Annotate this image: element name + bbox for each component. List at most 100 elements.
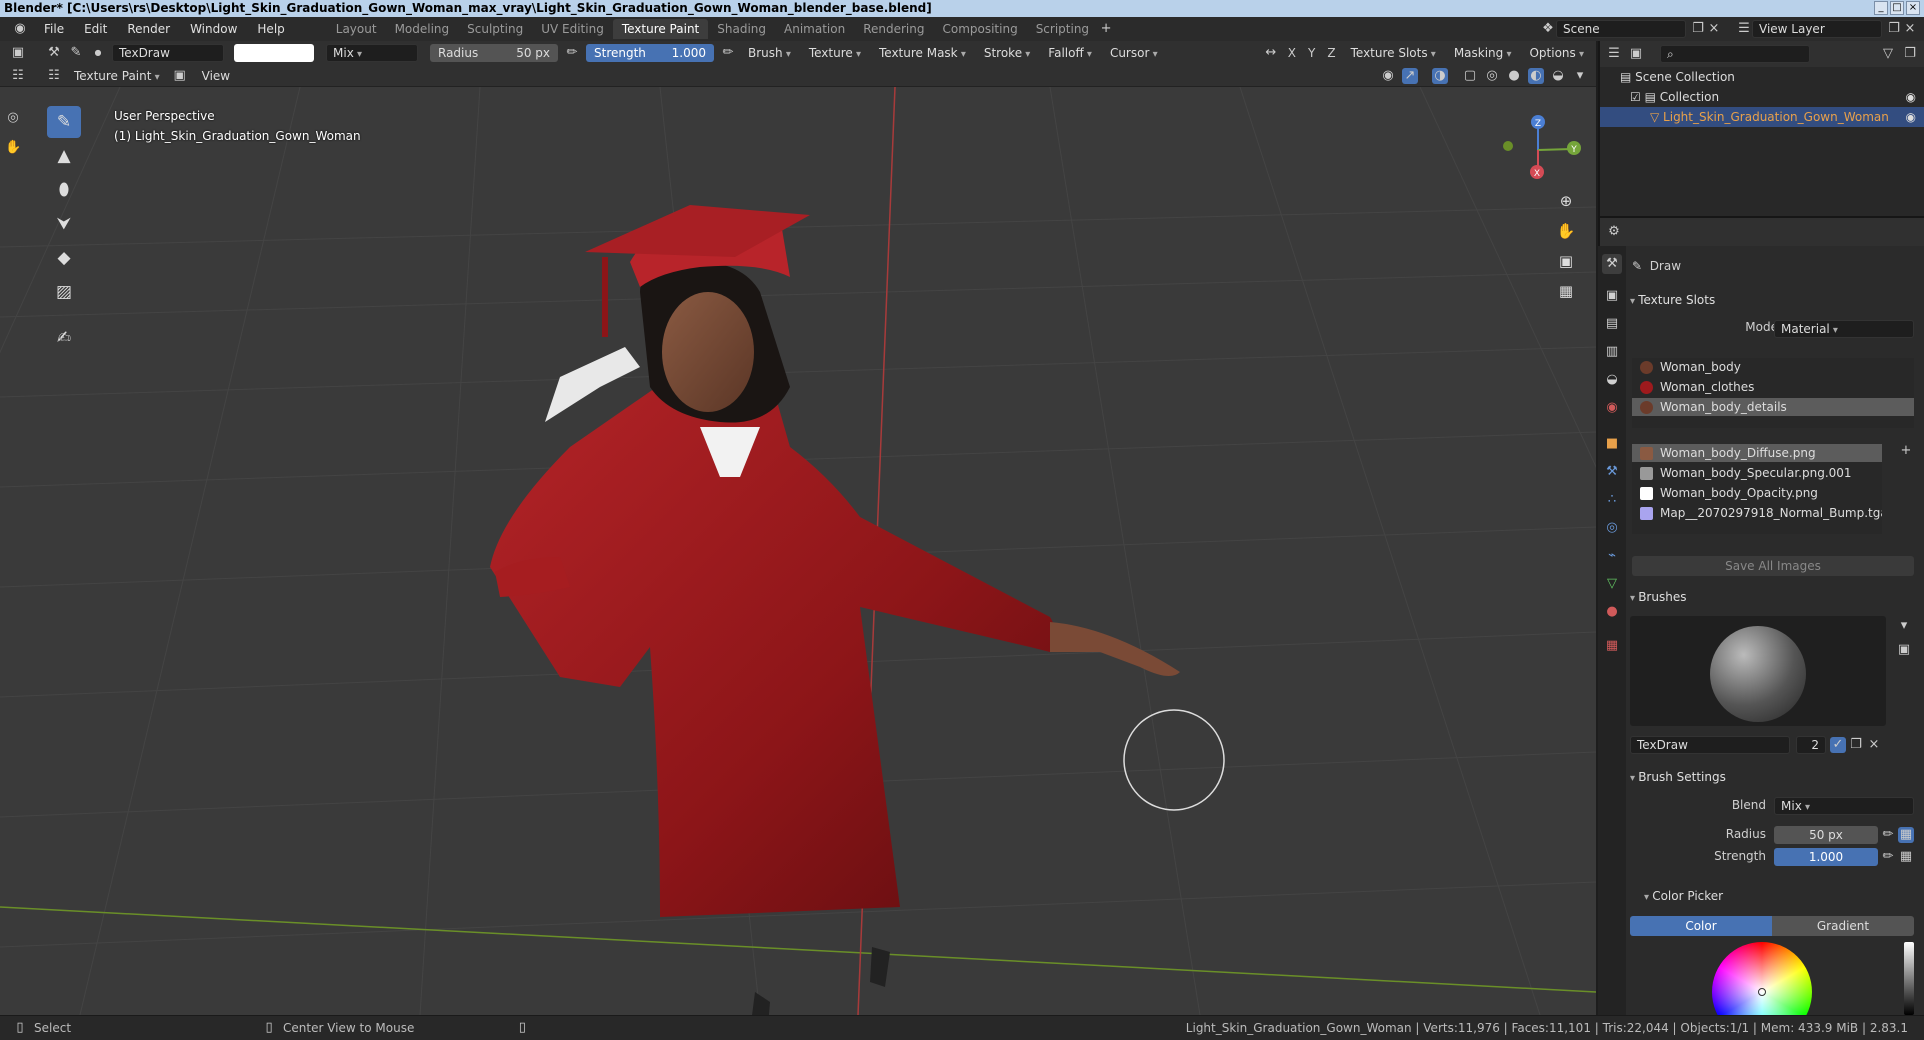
cursor-menu[interactable]: Cursor (1104, 46, 1164, 60)
output-tab-icon[interactable]: ▤ (1602, 314, 1622, 334)
properties-editor-icon[interactable]: ⚙ (1606, 224, 1622, 240)
brush-users-count[interactable]: 2 (1796, 736, 1826, 754)
texture-slots-menu[interactable]: Texture Slots (1345, 46, 1442, 60)
scene-tab-icon[interactable]: ◒ (1602, 370, 1622, 390)
menu-render[interactable]: Render (117, 22, 180, 36)
data-tab-icon[interactable]: ▽ (1602, 574, 1622, 594)
strength-pressure-icon[interactable]: ✏ (1880, 849, 1896, 865)
tab-rendering[interactable]: Rendering (854, 19, 933, 39)
list-item[interactable]: Woman_body_Specular.png.001 (1632, 464, 1882, 482)
constraints-tab-icon[interactable]: ⌁ (1602, 546, 1622, 566)
filter-icon[interactable]: ▽ (1880, 46, 1896, 62)
modifier-tab-icon[interactable]: ⚒ (1602, 462, 1622, 482)
menu-window[interactable]: Window (180, 22, 247, 36)
new-scene-icon[interactable]: ❐ (1690, 21, 1706, 37)
grid-icon[interactable]: ▦ (1553, 278, 1579, 304)
add-workspace-icon[interactable]: + (1098, 21, 1114, 37)
tool-settings-icon[interactable]: ⚒ (46, 45, 62, 61)
tool-tab-icon[interactable]: ⚒ (1602, 254, 1622, 274)
radius-slider[interactable]: 50 px (1774, 826, 1878, 844)
tab-modeling[interactable]: Modeling (386, 19, 459, 39)
radius-pressure-icon[interactable]: ✏ (564, 45, 580, 61)
visibility-icon[interactable]: ◉ (1380, 68, 1396, 84)
brush-name-field[interactable]: TexDraw (1630, 736, 1790, 754)
brush-menu[interactable]: Brush (742, 46, 797, 60)
tab-shading[interactable]: Shading (708, 19, 775, 39)
options-menu[interactable]: Options (1523, 46, 1590, 60)
world-tab-icon[interactable]: ◉ (1602, 398, 1622, 418)
new-collection-icon[interactable]: ❐ (1902, 46, 1918, 62)
brush-image-icon[interactable]: ▣ (1896, 642, 1912, 658)
color-wheel-cursor[interactable] (1758, 988, 1766, 996)
tab-animation[interactable]: Animation (775, 19, 854, 39)
brush-settings-header[interactable]: Brush Settings (1630, 766, 1920, 788)
masking-menu[interactable]: Masking (1448, 46, 1518, 60)
delete-view-layer-icon[interactable]: × (1902, 21, 1918, 37)
axis-z-toggle[interactable]: Z (1324, 46, 1338, 60)
hand-tool-icon[interactable]: ✋ (5, 140, 21, 156)
editor-type-icon[interactable]: ▣ (10, 45, 26, 61)
list-item[interactable]: Woman_body (1632, 358, 1914, 376)
tab-layout[interactable]: Layout (327, 19, 386, 39)
blender-logo-icon[interactable]: ◉ (12, 21, 28, 37)
fill-tool-button[interactable]: ▲ (47, 140, 81, 172)
color-swatch[interactable] (234, 44, 314, 62)
view-menu[interactable]: View (194, 69, 238, 83)
stroke-menu[interactable]: Stroke (978, 46, 1036, 60)
physics-tab-icon[interactable]: ◎ (1602, 518, 1622, 538)
view-layer-tab-icon[interactable]: ▥ (1602, 342, 1622, 362)
collection-checkbox[interactable]: ☑ (1630, 90, 1645, 104)
strength-pressure-icon[interactable]: ✏ (720, 45, 736, 61)
overlay-toggle-icon[interactable]: ◑ (1432, 67, 1448, 84)
radius-unit-icon[interactable]: ▦ (1898, 827, 1914, 843)
wireframe-shading-icon[interactable]: ◎ (1484, 68, 1500, 84)
rendered-shading-icon[interactable]: ◒ (1550, 68, 1566, 84)
xray-icon[interactable]: ▢ (1462, 68, 1478, 84)
brush-name-field[interactable]: TexDraw (112, 44, 224, 62)
radius-pressure-icon[interactable]: ✏ (1880, 827, 1896, 843)
list-item[interactable]: Woman_body_details (1632, 398, 1914, 416)
eye-icon[interactable]: ◉ (1906, 87, 1916, 107)
add-image-icon[interactable]: + (1898, 443, 1914, 459)
mask-tool-button[interactable]: ▨ (47, 276, 81, 308)
shading-options-icon[interactable]: ▾ (1572, 68, 1588, 84)
fake-user-icon[interactable]: ✓ (1830, 737, 1846, 753)
tab-texture-paint[interactable]: Texture Paint (612, 19, 709, 39)
fill-bucket-tool-button[interactable]: ◆ (47, 242, 81, 274)
object-tab-icon[interactable]: ■ (1602, 434, 1622, 454)
texture-slots-header[interactable]: Texture Slots (1630, 289, 1920, 311)
brush-preview[interactable] (1630, 616, 1886, 726)
object-row[interactable]: ▽ Light_Skin_Graduation_Gown_Woman ◉ (1600, 107, 1924, 127)
blend-dropdown[interactable]: Mix (1774, 797, 1914, 815)
tab-color[interactable]: Color (1630, 916, 1772, 936)
menu-file[interactable]: File (34, 22, 74, 36)
new-view-layer-icon[interactable]: ❐ (1886, 21, 1902, 37)
falloff-menu[interactable]: Falloff (1042, 46, 1098, 60)
scene-collection-row[interactable]: ▤ Scene Collection (1600, 67, 1924, 87)
list-item[interactable]: Woman_clothes (1632, 378, 1914, 396)
scene-icon[interactable]: ❖ (1540, 21, 1556, 37)
material-shading-icon[interactable]: ◐ (1528, 67, 1544, 84)
tab-sculpting[interactable]: Sculpting (458, 19, 532, 39)
editor-menu-icon[interactable]: ☷ (10, 68, 26, 84)
list-item[interactable]: Woman_body_Opacity.png (1632, 484, 1882, 502)
tab-scripting[interactable]: Scripting (1027, 19, 1098, 39)
duplicate-brush-icon[interactable]: ❐ (1848, 737, 1864, 753)
brush-tool-button[interactable]: ✎ (47, 106, 81, 138)
display-mode-icon[interactable]: ▣ (1628, 46, 1644, 62)
collection-row[interactable]: ☑ ▤ Collection ◉ (1600, 87, 1924, 107)
list-item[interactable]: Woman_body_Diffuse.png (1632, 444, 1882, 462)
outliner-editor-icon[interactable]: ☰ (1606, 46, 1622, 62)
brushes-header[interactable]: Brushes (1630, 586, 1920, 608)
eye-icon[interactable]: ◉ (1906, 107, 1916, 127)
tab-gradient[interactable]: Gradient (1772, 916, 1914, 936)
tab-compositing[interactable]: Compositing (933, 19, 1026, 39)
hand-icon[interactable]: ✋ (1553, 218, 1579, 244)
minimize-button[interactable]: _ (1874, 1, 1888, 15)
strength-slider[interactable]: 1.000 (1774, 848, 1878, 866)
strength-unit-icon[interactable]: ▦ (1898, 849, 1914, 865)
axis-y-toggle[interactable]: Y (1305, 46, 1318, 60)
color-picker-header[interactable]: ▾ Color Picker (1644, 886, 1844, 906)
brush-icon[interactable]: ✎ (68, 45, 84, 61)
texture-tab-icon[interactable]: ▦ (1602, 636, 1622, 656)
